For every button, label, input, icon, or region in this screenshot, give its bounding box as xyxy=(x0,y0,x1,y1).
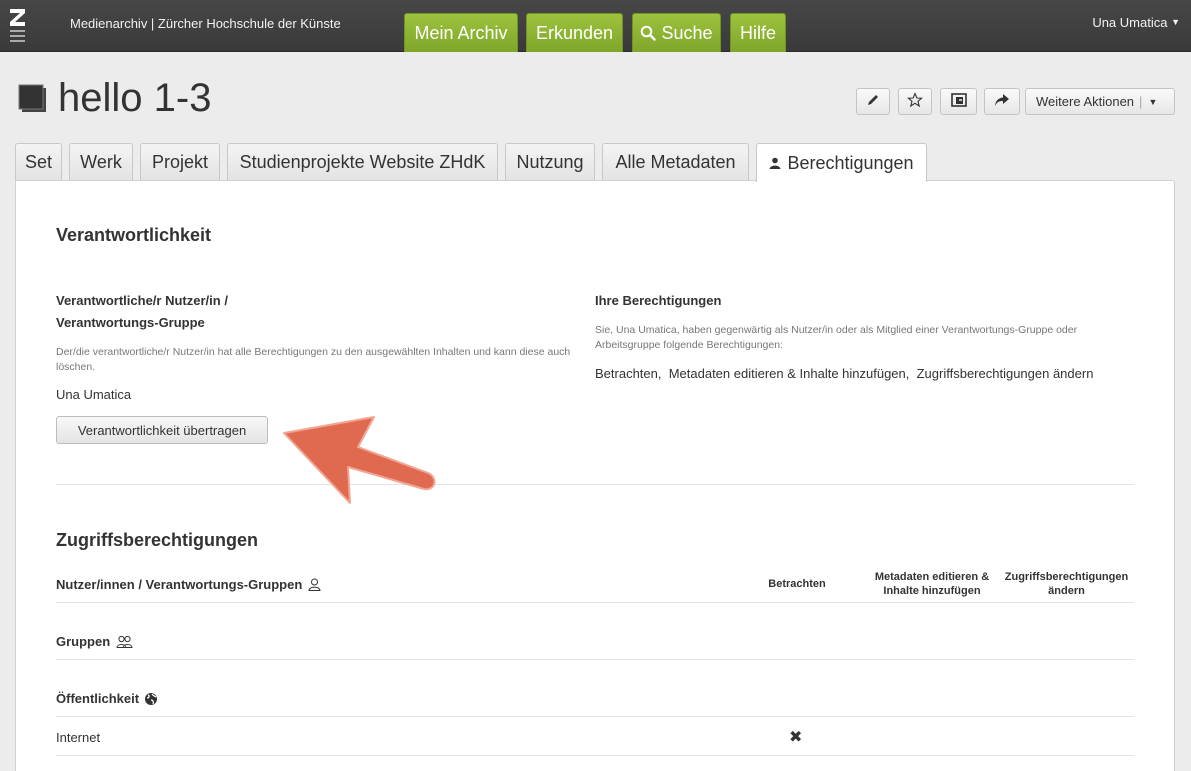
row-divider xyxy=(56,659,1134,660)
groups-row: Gruppen xyxy=(56,634,133,649)
button-label: Verantwortlichkeit übertragen xyxy=(77,422,247,438)
move-to-set-button[interactable] xyxy=(940,88,977,115)
brand-title[interactable]: Medienarchiv | Zürcher Hochschule der Kü… xyxy=(70,16,341,31)
pencil-icon xyxy=(866,93,880,110)
tab-label: Berechtigungen xyxy=(787,152,914,173)
responsibility-heading: Verantwortlichkeit xyxy=(56,225,212,245)
col-header-permissions-line1: Zugriffsberechtigungen xyxy=(1004,571,1129,583)
tab-alle-metadaten[interactable]: Alle Metadaten xyxy=(602,143,749,180)
col-header-permissions-line2: ändern xyxy=(1048,585,1085,597)
add-user-icon[interactable] xyxy=(308,578,321,591)
star-icon xyxy=(906,92,924,111)
owner-label-line1: Verantwortliche/r Nutzer/in / xyxy=(56,293,228,308)
caret-down-icon: ▼ xyxy=(1171,17,1180,27)
nav-hilfe[interactable]: Hilfe xyxy=(730,13,786,52)
permissions-panel xyxy=(15,180,1175,771)
your-permissions-list: Betrachten, Metadaten editieren & Inhalt… xyxy=(595,366,1094,381)
your-permissions-heading: Ihre Berechtigungen xyxy=(595,293,722,308)
public-label: Öffentlichkeit xyxy=(56,691,140,706)
zhdk-logo-icon[interactable] xyxy=(8,6,28,44)
tab-label: Nutzung xyxy=(516,151,584,172)
transfer-responsibility-button[interactable]: Verantwortlichkeit übertragen xyxy=(56,416,268,444)
users-groups-label: Nutzer/innen / Verantwortungs-Gruppen xyxy=(56,577,303,592)
annotation-arrow-icon xyxy=(278,415,448,515)
tab-berechtigungen[interactable]: Berechtigungen xyxy=(756,143,927,182)
share-icon xyxy=(994,93,1010,110)
move-icon xyxy=(950,93,967,110)
top-navigation-bar: Medienarchiv | Zürcher Hochschule der Kü… xyxy=(0,0,1191,52)
tab-label: Werk xyxy=(80,151,122,172)
more-actions-dropdown[interactable]: Weitere Aktionen | ▼ xyxy=(1025,88,1175,115)
col-header-edit-line2: Inhalte hinzufügen xyxy=(883,585,981,597)
tab-label: Studienprojekte Website ZHdK xyxy=(239,151,486,172)
tab-nutzung[interactable]: Nutzung xyxy=(505,143,595,180)
nav-label: Suche xyxy=(661,22,713,43)
favorite-button[interactable] xyxy=(898,88,932,115)
nav-label: Hilfe xyxy=(739,22,776,43)
tab-studienprojekte[interactable]: Studienprojekte Website ZHdK xyxy=(227,143,498,180)
groups-label: Gruppen xyxy=(56,634,111,649)
users-groups-row-label: Nutzer/innen / Verantwortungs-Gruppen xyxy=(56,577,321,592)
owner-name: Una Umatica xyxy=(56,387,132,402)
internet-view-toggle[interactable]: ✖ xyxy=(789,727,802,747)
row-divider xyxy=(56,716,1134,717)
globe-icon xyxy=(144,692,158,706)
tab-label: Projekt xyxy=(151,151,209,172)
page-title: hello 1-3 xyxy=(58,76,212,120)
tab-werk[interactable]: Werk xyxy=(69,143,133,180)
more-actions-label: Weitere Aktionen xyxy=(1036,94,1135,109)
user-name: Una Umatica xyxy=(1092,15,1168,30)
owner-hint: Der/die verantwortliche/r Nutzer/in hat … xyxy=(56,346,571,373)
separator: | xyxy=(1139,94,1143,109)
edit-button[interactable] xyxy=(856,88,890,115)
col-header-edit-line1: Metadaten editieren & xyxy=(874,571,990,583)
nav-label: Erkunden xyxy=(535,22,614,43)
nav-mein-archiv[interactable]: Mein Archiv xyxy=(404,13,518,52)
col-header-permissions: Zugriffsberechtigungen ändern xyxy=(995,570,1138,598)
internet-label: Internet xyxy=(56,730,101,745)
public-row: Öffentlichkeit xyxy=(56,691,158,706)
your-permissions-hint: Sie, Una Umatica, haben gegenwärtig als … xyxy=(595,324,1078,351)
row-divider xyxy=(56,602,1134,603)
col-header-edit: Metadaten editieren & Inhalte hinzufügen xyxy=(862,570,1002,598)
tab-label: Alle Metadaten xyxy=(615,151,736,172)
row-divider xyxy=(56,755,1134,756)
tab-projekt[interactable]: Projekt xyxy=(140,143,220,180)
section-divider xyxy=(56,484,1134,485)
search-icon xyxy=(640,25,657,41)
caret-down-icon: ▼ xyxy=(1148,96,1158,107)
owner-label-line2: Verantwortungs-Gruppe xyxy=(56,315,205,330)
nav-label: Mein Archiv xyxy=(414,22,508,43)
tab-label: Set xyxy=(24,151,53,172)
nav-suche[interactable]: Suche xyxy=(632,13,721,52)
nav-erkunden[interactable]: Erkunden xyxy=(526,13,623,52)
add-group-icon[interactable] xyxy=(116,635,133,648)
col-header-view: Betrachten xyxy=(768,578,826,590)
user-menu[interactable]: Una Umatica ▼ xyxy=(1092,15,1180,30)
share-button[interactable] xyxy=(984,88,1020,115)
tab-set[interactable]: Set xyxy=(15,143,62,180)
access-heading: Zugriffsberechtigungen xyxy=(56,530,258,550)
user-icon xyxy=(769,157,781,169)
set-icon xyxy=(18,84,48,114)
